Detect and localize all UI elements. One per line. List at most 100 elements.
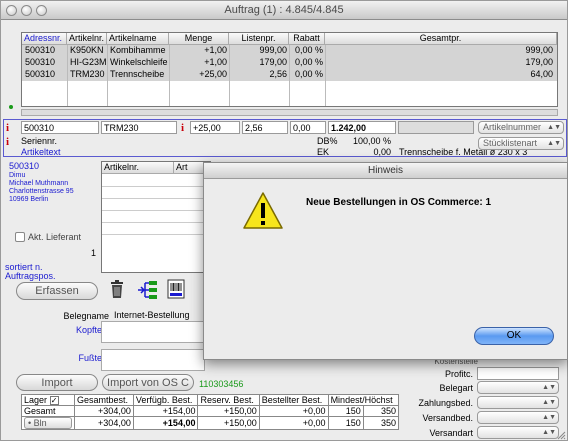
cell-rabatt: 0,00 %: [294, 69, 323, 79]
stock-cell: +0,00: [258, 416, 329, 430]
versandbed-select[interactable]: ▲▼: [477, 411, 559, 424]
menge-field[interactable]: +25,00: [190, 121, 240, 134]
column-divider: [67, 45, 68, 106]
col-header-adressnr[interactable]: Adressnr.: [22, 33, 67, 45]
gesamt-field: 1.242,00: [328, 121, 396, 134]
trash-icon[interactable]: [110, 279, 124, 299]
ok-button[interactable]: OK: [474, 327, 554, 345]
import-os-commerce-button[interactable]: Import von OS C: [102, 374, 194, 391]
info-icon[interactable]: i: [181, 123, 189, 134]
belegart-select[interactable]: ▲▼: [477, 381, 559, 394]
cell-gesamtpr: 179,00: [525, 57, 553, 67]
row-divider: [102, 210, 210, 211]
col-header-artikelname[interactable]: Artikelname: [107, 33, 169, 45]
resize-grip-icon[interactable]: [556, 430, 566, 440]
import-button[interactable]: Import: [16, 374, 98, 391]
cell-adressnr: 500310: [25, 45, 56, 55]
versandbed-label: Versandbed.: [422, 413, 473, 423]
info-icon[interactable]: i: [6, 137, 14, 148]
lager-checkbox[interactable]: ✓: [49, 396, 59, 405]
cell-adressnr: 500310: [25, 69, 56, 79]
cell-listenpr: 2,56: [269, 69, 287, 79]
belegart-label: Belegart: [439, 383, 473, 393]
column-divider: [107, 45, 108, 106]
address-street: Charlottenstrasse 95: [9, 188, 74, 195]
supplier-table[interactable]: Artikelnr. Art: [101, 161, 211, 273]
cell-rabatt: 0,00 %: [294, 45, 323, 55]
ek-label: EK: [317, 147, 330, 157]
stock-header: Bestellter Best.: [258, 394, 329, 406]
profitc-field[interactable]: [477, 367, 559, 380]
stock-header-lager: Lager ✓: [21, 394, 75, 406]
ek-value: 0,00: [373, 147, 391, 157]
akt-lieferant-label: Akt. Lieferant: [28, 232, 82, 242]
stock-cell: +304,00: [74, 416, 134, 430]
artikelnummer-select[interactable]: Artikelnummer ▲▼: [478, 121, 564, 134]
col-header-rabatt[interactable]: Rabatt: [289, 33, 325, 45]
structure-tree-icon[interactable]: [137, 280, 159, 300]
col-header-gesamtpr[interactable]: Gesamtpr.: [325, 33, 557, 45]
info-icon[interactable]: i: [6, 123, 14, 134]
artikelnr-field[interactable]: TRM230: [101, 121, 177, 134]
col-header-artikelnr[interactable]: Artikelnr.: [102, 162, 174, 174]
lager-select[interactable]: • Bln: [24, 417, 72, 429]
cell-adressnr: 500310: [25, 57, 56, 67]
stock-cell: +154,00: [132, 416, 199, 430]
stock-cell: +154,00: [132, 405, 199, 417]
cell-gesamtpr: 999,00: [525, 45, 553, 55]
fusstext-field[interactable]: [101, 349, 205, 371]
row-divider: [102, 234, 210, 235]
artikelnummer-select-label: Artikelnummer: [483, 122, 542, 132]
dialog-title: Hinweis: [204, 163, 567, 179]
address-name2: Michael Muthmann: [9, 180, 69, 187]
cell-menge: +1,00: [204, 57, 227, 67]
table-row: Gesamt +304,00 +154,00 +150,00 +0,00 150…: [21, 405, 400, 417]
select-arrows-icon: ▲▼: [547, 140, 561, 147]
versandart-select[interactable]: ▲▼: [477, 426, 559, 439]
listenpr-field[interactable]: 2,56: [242, 121, 288, 134]
stock-cell: 150: [327, 405, 364, 417]
kopftext-field[interactable]: [101, 321, 205, 343]
akt-lieferant-checkbox[interactable]: [15, 232, 25, 242]
select-arrows-icon: ▲▼: [542, 384, 556, 391]
zahlungsbed-select[interactable]: ▲▼: [477, 396, 559, 409]
cell-rabatt: 0,00 %: [294, 57, 323, 67]
stock-header: Reserv. Best.: [197, 394, 260, 406]
artikeltext-label: Artikeltext: [21, 147, 61, 157]
select-arrows-icon: ▲▼: [542, 429, 556, 436]
cell-gesamtpr: 64,00: [530, 69, 553, 79]
supplier-count: 1: [91, 248, 97, 258]
col-header-artikelnr[interactable]: Artikelnr.: [67, 33, 107, 45]
cell-artikelnr: K950KN: [70, 45, 104, 55]
cell-artikelnr: TRM230: [70, 69, 105, 79]
cell-artikelname: Kombihamme: [110, 45, 166, 55]
warning-icon: [242, 191, 284, 231]
col-header-listenpr[interactable]: Listenpr.: [229, 33, 289, 45]
stock-table: Lager ✓ Gesamtbest. Verfügb. Best. Reser…: [21, 394, 400, 430]
items-table[interactable]: Adressnr. Artikelnr. Artikelname Menge L…: [21, 32, 558, 107]
stock-cell: 350: [362, 405, 400, 417]
row-divider: [102, 222, 210, 223]
stock-header: Gesamtbest.: [74, 394, 134, 406]
profitc-label: Profitc.: [444, 369, 473, 379]
lager-select-cell[interactable]: • Bln: [21, 416, 75, 430]
horizontal-scrollbar[interactable]: [21, 109, 558, 116]
cell-listenpr: 999,00: [259, 45, 287, 55]
zahlungsbed-label: Zahlungsbed.: [418, 398, 473, 408]
address-city: 10969 Berlin: [9, 196, 49, 203]
select-arrows-icon: ▲▼: [542, 414, 556, 421]
select-arrows-icon: ▲▼: [542, 399, 556, 406]
cell-menge: +1,00: [204, 45, 227, 55]
col-header-menge[interactable]: Menge: [169, 33, 229, 45]
cell-artikelname: Trennscheibe: [110, 69, 165, 79]
barcode-document-icon[interactable]: [167, 279, 185, 299]
stuecklistenart-select-label: Stücklistenart: [483, 138, 538, 148]
column-divider: [169, 45, 170, 106]
adressnr-field[interactable]: 500310: [21, 121, 99, 134]
rabatt-field[interactable]: 0,00: [290, 121, 326, 134]
cell-artikelname: Winkelschleife: [110, 57, 168, 67]
blank-field: [398, 121, 474, 134]
stuecklistenart-select[interactable]: Stücklistenart ▲▼: [478, 137, 564, 150]
erfassen-button[interactable]: Erfassen: [16, 282, 98, 300]
address-block: 500310 Dimu Michael Muthmann Charlottens…: [9, 161, 74, 204]
